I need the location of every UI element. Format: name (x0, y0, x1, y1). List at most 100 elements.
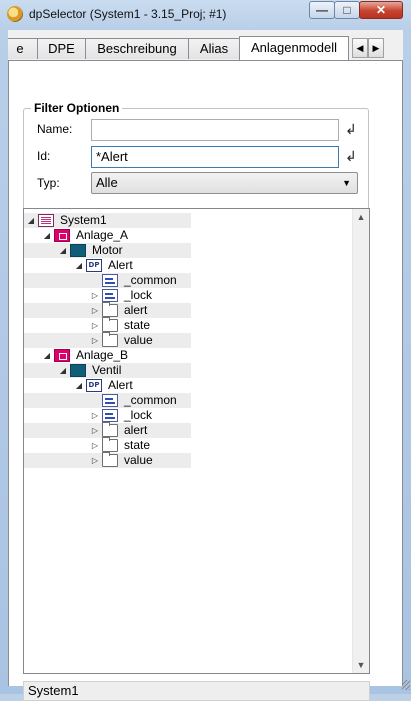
close-button[interactable]: ✕ (359, 1, 403, 19)
scroll-down-icon[interactable]: ▼ (353, 657, 369, 673)
tree-node[interactable]: ▷ alert (24, 302, 191, 318)
title-bar[interactable]: dpSelector (System1 - 3.15_Proj; #1) — □… (0, 0, 411, 28)
tree-node-label: value (124, 453, 153, 467)
expand-icon[interactable]: ▷ (90, 318, 100, 333)
tree-node[interactable]: ▷ _lock (24, 288, 191, 303)
id-apply-icon[interactable]: ↲ (345, 148, 357, 165)
type-select[interactable]: Alle ▼ (91, 172, 358, 194)
tree-node[interactable]: ◢ Motor (24, 243, 191, 258)
tree-node-label: _common (124, 393, 177, 407)
tree-node-label: _lock (124, 288, 153, 302)
tree-node[interactable]: ◢ DP Alert (24, 378, 191, 393)
expand-icon[interactable]: ▷ (90, 288, 100, 303)
window-title: dpSelector (System1 - 3.15_Proj; #1) (29, 7, 227, 21)
dpselector-window: dpSelector (System1 - 3.15_Proj; #1) — □… (0, 0, 411, 701)
chevron-left-icon: ◀ (356, 43, 364, 53)
tree-node-label: Anlage_B (76, 348, 129, 362)
scroll-up-icon[interactable]: ▲ (353, 209, 369, 225)
tab-beschreibung[interactable]: Beschreibung (85, 38, 189, 59)
folder-icon (102, 437, 118, 452)
tree-node[interactable]: ◢ Ventil (24, 363, 191, 378)
name-input[interactable] (91, 119, 339, 141)
expand-icon[interactable]: ▷ (90, 333, 100, 348)
tree-node-label: alert (124, 423, 148, 437)
expand-icon[interactable]: ▷ (90, 453, 100, 468)
tree-node[interactable]: ▷ _lock (24, 408, 191, 423)
anlagenmodell-panel: Filter Optionen Name: ↲ Id: *Alert ↲ Typ… (8, 61, 403, 701)
tree-node[interactable]: ▷ state (24, 317, 191, 333)
collapse-icon[interactable]: ◢ (58, 363, 68, 378)
expand-icon[interactable]: ▷ (90, 303, 100, 318)
plant-icon (54, 229, 70, 242)
id-input[interactable]: *Alert (91, 146, 339, 168)
folder-icon (102, 317, 118, 332)
expand-icon[interactable]: ▷ (90, 438, 100, 453)
close-icon: ✕ (375, 3, 387, 17)
folder-icon (102, 422, 118, 437)
tree-node-label: _lock (124, 408, 153, 422)
name-apply-icon[interactable]: ↲ (345, 121, 357, 138)
tree-node[interactable]: ◢ System1 (24, 213, 191, 228)
tree-node[interactable]: ◢ Anlage_B (24, 348, 191, 363)
tab-scroll-right-button[interactable]: ▶ (368, 38, 384, 58)
tree-node[interactable]: ◢ DP Alert (24, 258, 191, 273)
element-icon (102, 394, 118, 407)
collapse-icon[interactable]: ◢ (42, 228, 52, 243)
expand-icon[interactable]: ▷ (90, 423, 100, 438)
collapse-icon[interactable]: ◢ (42, 348, 52, 363)
type-label: Typ: (37, 176, 60, 190)
minimize-button[interactable]: — (309, 1, 335, 19)
tree-node[interactable]: ◢ Anlage_A (24, 228, 191, 243)
folder-icon (102, 332, 118, 347)
type-select-value: Alle (96, 175, 118, 190)
tree-node[interactable]: ▷ state (24, 437, 191, 453)
tree-node-label: state (124, 318, 151, 332)
tree-node-label: alert (124, 303, 148, 317)
collapse-icon[interactable]: ◢ (58, 243, 68, 258)
resize-grip[interactable] (402, 680, 410, 690)
tree-node-label: Motor (92, 243, 123, 257)
tree-node-label: Ventil (92, 363, 122, 377)
module-icon (70, 244, 86, 257)
system-icon (38, 214, 54, 227)
expand-icon[interactable]: ▷ (90, 408, 100, 423)
tab-anlagenmodell[interactable]: Anlagenmodell (239, 36, 349, 60)
app-icon (7, 6, 23, 22)
tree-node-label: Anlage_A (76, 228, 129, 242)
tree-node-label: Alert (108, 378, 133, 392)
collapse-icon[interactable]: ◢ (74, 258, 84, 273)
tab-alias[interactable]: Alias (188, 38, 240, 59)
plant-model-tree[interactable]: ◢ System1 ◢ Anlage_A ◢ Motor ◢ DP Alert _common ▷ _… (23, 208, 370, 674)
tab-dpe[interactable]: DPE (37, 38, 86, 59)
chevron-down-icon: ▼ (342, 178, 351, 188)
folder-icon (102, 452, 118, 467)
tree-node-label: state (124, 438, 151, 452)
tree-node[interactable]: _common (24, 393, 191, 408)
tab-partial[interactable]: e (8, 38, 38, 59)
datapoint-icon: DP (86, 259, 102, 272)
filter-title: Filter Optionen (31, 101, 123, 115)
element-icon (102, 274, 118, 287)
tab-scroll-left-button[interactable]: ◀ (352, 38, 368, 58)
element-icon (102, 409, 118, 422)
tree-node[interactable]: _common (24, 273, 191, 288)
tree-node-label: _common (124, 273, 177, 287)
client-area: e DPE Beschreibung Alias Anlagenmodell ◀… (8, 30, 403, 701)
folder-icon (102, 302, 118, 317)
element-icon (102, 289, 118, 302)
tree-node[interactable]: ▷ value (24, 332, 191, 348)
plant-icon (54, 349, 70, 362)
tree-node[interactable]: ▷ alert (24, 422, 191, 438)
tree-node[interactable]: ▷ value (24, 452, 191, 468)
datapoint-icon: DP (86, 379, 102, 392)
id-label: Id: (37, 149, 51, 163)
tree-node-label: System1 (60, 213, 107, 227)
collapse-icon[interactable]: ◢ (26, 213, 36, 228)
status-field: System1 (23, 681, 370, 701)
tree-vertical-scrollbar[interactable]: ▲ ▼ (352, 209, 369, 673)
tab-strip: e DPE Beschreibung Alias Anlagenmodell ◀… (8, 30, 403, 61)
chevron-right-icon: ▶ (372, 43, 380, 53)
maximize-icon: □ (343, 3, 351, 17)
maximize-button[interactable]: □ (334, 1, 360, 19)
collapse-icon[interactable]: ◢ (74, 378, 84, 393)
